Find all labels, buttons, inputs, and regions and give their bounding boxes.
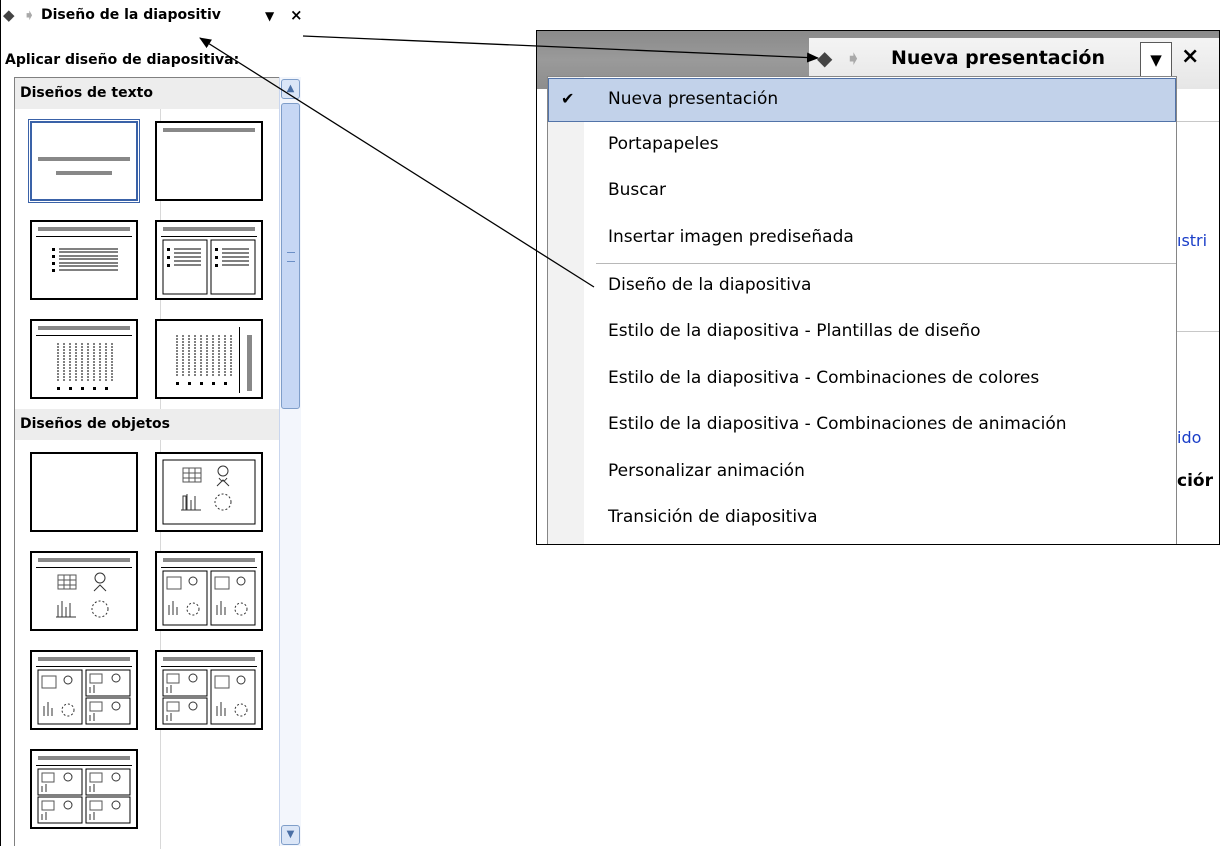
callout-arrows <box>199 35 819 288</box>
arrow-to-pane-title <box>199 37 595 288</box>
arrow-to-popup-title <box>302 35 819 63</box>
